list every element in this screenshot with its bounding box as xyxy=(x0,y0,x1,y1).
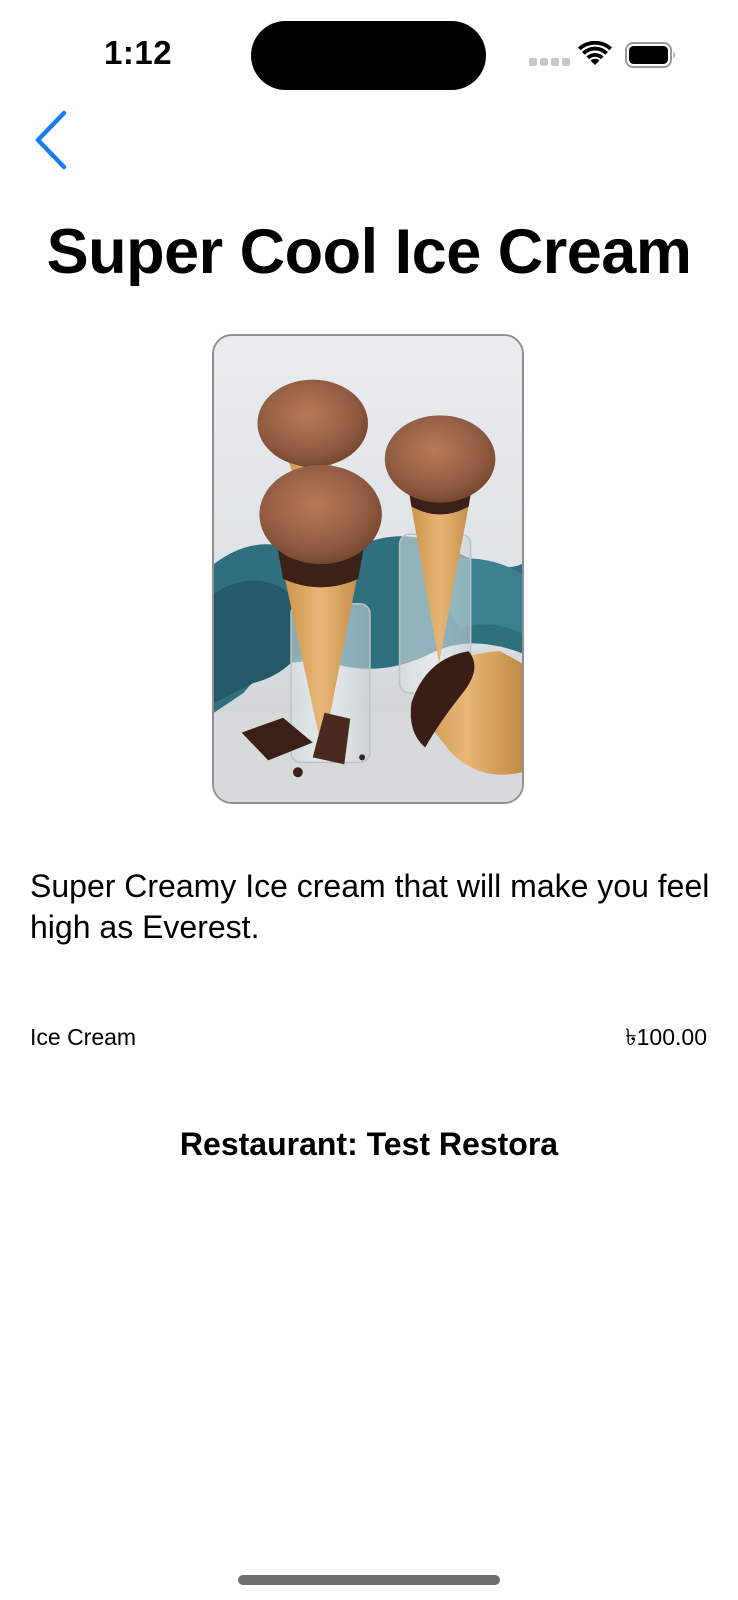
price-label: ৳100.00 xyxy=(625,1024,707,1050)
chevron-left-icon xyxy=(35,110,67,170)
cellular-signal-icon xyxy=(529,58,570,66)
dynamic-island xyxy=(251,21,486,90)
ice-cream-photo xyxy=(214,336,522,802)
category-label: Ice Cream xyxy=(30,1024,137,1050)
status-bar: 1:12 xyxy=(0,0,738,100)
page-title: Super Cool Ice Cream xyxy=(46,217,692,287)
wifi-icon xyxy=(578,41,612,65)
product-description: Super Creamy Ice cream that will make yo… xyxy=(30,868,710,945)
status-time: 1:12 xyxy=(104,34,173,71)
home-indicator[interactable] xyxy=(238,1575,500,1585)
restaurant-label: Restaurant: Test Restora xyxy=(179,1126,559,1162)
back-button[interactable] xyxy=(24,104,80,176)
battery-icon xyxy=(625,42,675,68)
product-image xyxy=(212,334,524,804)
